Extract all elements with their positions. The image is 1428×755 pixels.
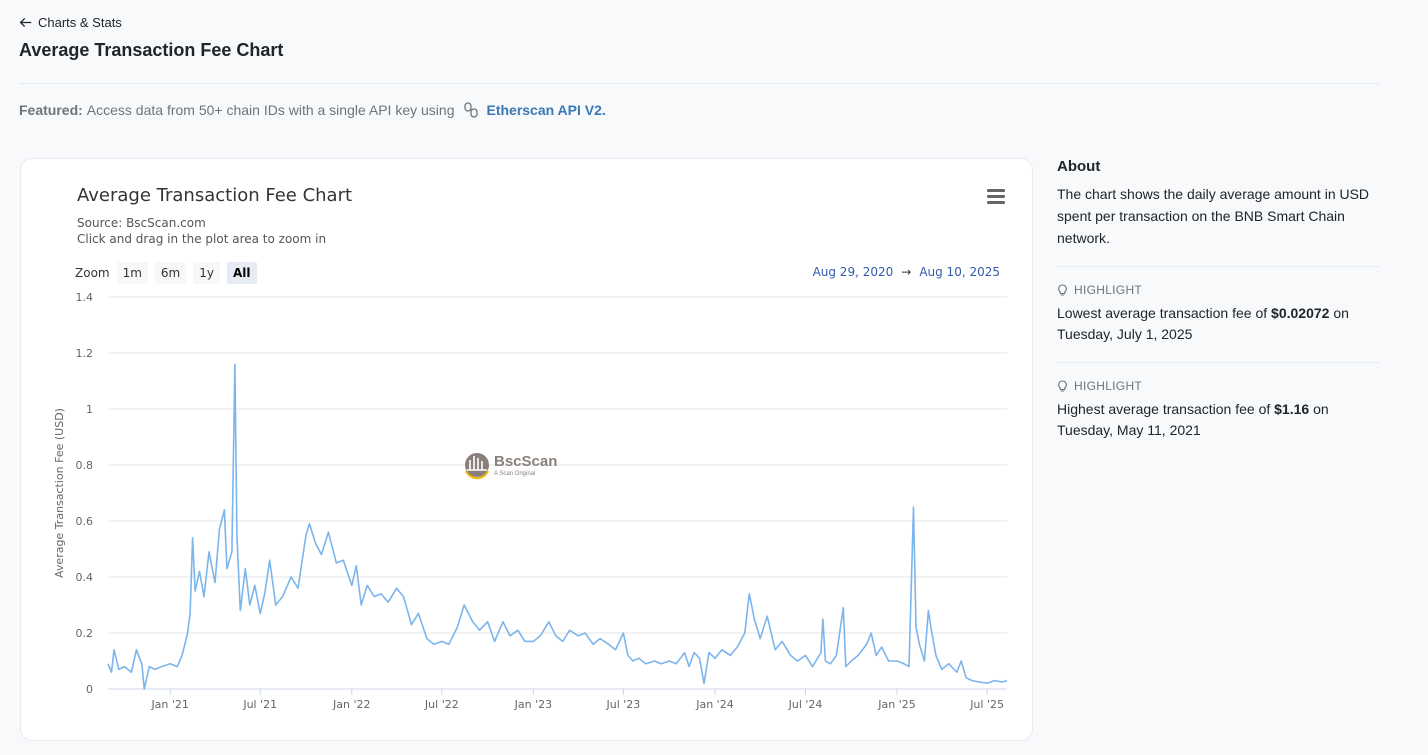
- chart-card: Average Transaction Fee Chart Source: Bs…: [20, 158, 1033, 741]
- about-text: The chart shows the daily average amount…: [1057, 186, 1370, 246]
- watermark-name: BscScan: [494, 453, 557, 470]
- etherscan-api-link[interactable]: Etherscan API V2.: [486, 102, 605, 118]
- divider: [19, 83, 1380, 84]
- lowest-suffix: on: [1329, 305, 1349, 321]
- y-tick-label: 0: [86, 683, 93, 696]
- y-tick-label: 0.8: [76, 459, 94, 472]
- highest-suffix: on: [1309, 401, 1329, 417]
- highest-value: $1.16: [1274, 401, 1310, 417]
- x-tick-label: Jan '25: [877, 698, 915, 711]
- x-tick-label: Jul '21: [242, 698, 277, 711]
- featured-text: Access data from 50+ chain IDs with a si…: [86, 102, 455, 118]
- lightbulb-icon: [1058, 379, 1067, 392]
- lowest-date: Tuesday, July 1, 2025: [1057, 326, 1193, 342]
- featured-label: Featured:: [19, 102, 83, 118]
- chart-plot[interactable]: BscScan A Scan Original 0 0.2 0.4 0.6 0.8 1 1.…: [21, 159, 1032, 740]
- highest-date: Tuesday, May 11, 2021: [1057, 422, 1201, 438]
- y-tick-label: 0.6: [76, 515, 94, 528]
- y-tick-label: 0.4: [76, 571, 94, 584]
- lightbulb-icon: [1058, 283, 1067, 296]
- y-tick-label: 1.2: [76, 347, 94, 360]
- back-link[interactable]: Charts & Stats: [19, 15, 122, 30]
- y-tick-label: 1.4: [76, 291, 94, 304]
- chain-icon: [464, 102, 479, 118]
- x-tick-label: Jan '22: [332, 698, 370, 711]
- x-tick-label: Jul '25: [969, 698, 1004, 711]
- x-tick-label: Jan '24: [695, 698, 733, 711]
- x-tick-label: Jan '23: [514, 698, 552, 711]
- highlight-lowest: HIGHLIGHT Lowest average transaction fee…: [1057, 266, 1380, 345]
- about-panel: About The chart shows the daily average …: [1057, 158, 1380, 441]
- back-link-label: Charts & Stats: [38, 15, 122, 30]
- x-tick-label: Jul '24: [788, 698, 823, 711]
- fee-series-line: [107, 363, 1008, 690]
- lowest-value: $0.02072: [1271, 305, 1330, 321]
- lowest-prefix: Lowest average transaction fee of: [1057, 305, 1272, 321]
- highlight-highest: HIGHLIGHT Highest average transaction fe…: [1057, 362, 1380, 441]
- x-tick-label: Jan '21: [150, 698, 188, 711]
- highlight-label: HIGHLIGHT: [1074, 379, 1143, 393]
- featured-banner: Featured: Access data from 50+ chain IDs…: [19, 101, 606, 119]
- page-title: Average Transaction Fee Chart: [19, 40, 284, 60]
- arrow-left-icon: [19, 17, 32, 28]
- x-tick-label: Jul '22: [424, 698, 459, 711]
- highest-prefix: Highest average transaction fee of: [1057, 401, 1275, 417]
- bscscan-watermark: BscScan A Scan Original: [465, 453, 557, 480]
- highlight-label: HIGHLIGHT: [1074, 283, 1143, 297]
- y-axis-label: Average Transaction Fee (USD): [53, 408, 66, 578]
- y-tick-label: 0.2: [76, 627, 94, 640]
- x-tick-label: Jul '23: [606, 698, 641, 711]
- watermark-tagline: A Scan Original: [494, 471, 535, 477]
- about-title: About: [1057, 158, 1101, 175]
- y-tick-label: 1: [86, 403, 93, 416]
